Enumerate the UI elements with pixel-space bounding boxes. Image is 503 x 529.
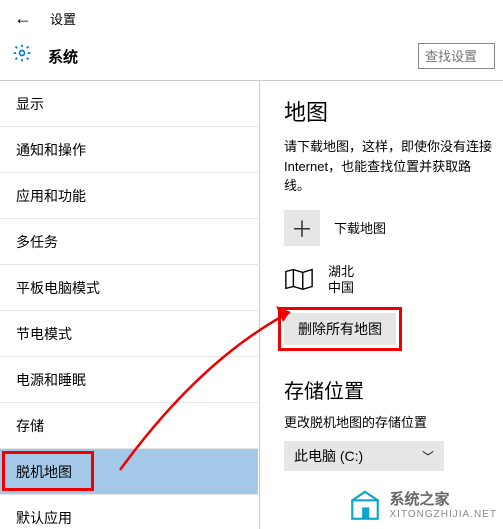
sidebar: 显示 通知和操作 应用和功能 多任务 平板电脑模式 节电模式 电源和睡眠 存储 … — [0, 81, 258, 529]
sidebar-item-display[interactable]: 显示 — [0, 81, 258, 127]
page-title: 系统 — [48, 46, 78, 67]
watermark: 系统之家 XITONGZHIJIA.NET — [348, 489, 498, 523]
back-button[interactable]: ← — [8, 8, 38, 29]
sidebar-item-label: 脱机地图 — [16, 462, 72, 482]
vertical-divider — [259, 81, 260, 529]
download-maps-label: 下载地图 — [334, 218, 386, 237]
sidebar-item-battery[interactable]: 节电模式 — [0, 311, 258, 357]
download-maps-button[interactable]: ＋ — [284, 210, 320, 246]
sidebar-item-apps[interactable]: 应用和功能 — [0, 173, 258, 219]
sidebar-item-label: 多任务 — [16, 232, 58, 252]
sidebar-item-label: 默认应用 — [16, 508, 72, 528]
sidebar-item-power[interactable]: 电源和睡眠 — [0, 357, 258, 403]
gear-icon — [8, 43, 36, 69]
sidebar-item-label: 节电模式 — [16, 324, 72, 344]
map-icon — [284, 267, 314, 294]
delete-all-maps-button[interactable]: 删除所有地图 — [284, 313, 396, 345]
sidebar-item-notifications[interactable]: 通知和操作 — [0, 127, 258, 173]
watermark-logo-icon — [348, 489, 382, 523]
map-region-secondary: 中国 — [328, 280, 354, 297]
storage-description: 更改脱机地图的存储位置 — [284, 412, 495, 431]
section-title-storage: 存储位置 — [284, 375, 495, 404]
sidebar-item-label: 显示 — [16, 94, 44, 114]
search-input[interactable] — [418, 43, 495, 69]
map-region-item[interactable]: 湖北 中国 — [284, 264, 495, 298]
sidebar-item-tablet[interactable]: 平板电脑模式 — [0, 265, 258, 311]
section-title-maps: 地图 — [284, 95, 495, 127]
map-region-primary: 湖北 — [328, 264, 354, 281]
sidebar-item-offline-maps[interactable]: 脱机地图 — [0, 449, 258, 495]
sidebar-item-multitask[interactable]: 多任务 — [0, 219, 258, 265]
maps-description: 请下载地图，这样，即使你没有连接 Internet，也能查找位置并获取路线。 — [284, 137, 495, 196]
sidebar-item-label: 通知和操作 — [16, 140, 86, 160]
sidebar-item-label: 应用和功能 — [16, 186, 86, 206]
sidebar-item-storage[interactable]: 存储 — [0, 403, 258, 449]
window-title: 设置 — [50, 9, 76, 28]
watermark-brand: 系统之家 — [390, 492, 498, 509]
storage-location-select[interactable]: 此电脑 (C:) ﹀ — [284, 441, 444, 471]
sidebar-item-default-apps[interactable]: 默认应用 — [0, 495, 258, 529]
watermark-url: XITONGZHIJIA.NET — [390, 509, 498, 520]
sidebar-item-label: 存储 — [16, 416, 44, 436]
sidebar-item-label: 电源和睡眠 — [16, 370, 86, 390]
storage-selected-value: 此电脑 (C:) — [294, 446, 363, 466]
chevron-down-icon: ﹀ — [422, 448, 434, 465]
sidebar-item-label: 平板电脑模式 — [16, 278, 100, 298]
plus-icon: ＋ — [291, 212, 313, 244]
content-pane: 地图 请下载地图，这样，即使你没有连接 Internet，也能查找位置并获取路线… — [258, 81, 503, 529]
